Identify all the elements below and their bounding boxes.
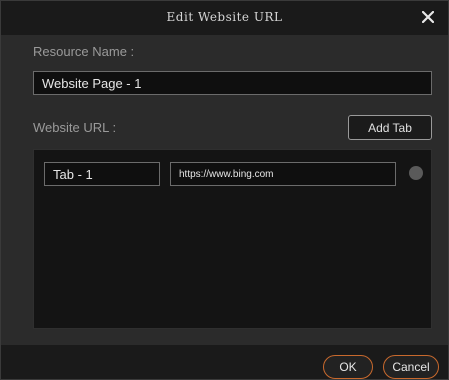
dialog-footer — [1, 345, 448, 379]
close-icon — [422, 11, 434, 23]
resource-name-field[interactable]: Website Page - 1 — [33, 71, 432, 95]
title-bar: Edit Website URL — [1, 1, 448, 35]
add-tab-button[interactable]: Add Tab — [348, 115, 432, 140]
edit-website-url-dialog: Edit Website URL Resource Name : Website… — [0, 0, 449, 380]
website-url-label: Website URL : — [33, 120, 117, 135]
tabs-panel: Tab - 1 https://www.bing.com — [33, 149, 432, 329]
remove-tab-icon[interactable] — [409, 166, 423, 180]
resource-name-label: Resource Name : — [33, 44, 135, 59]
cancel-button[interactable]: Cancel — [383, 355, 439, 379]
close-button[interactable] — [418, 7, 438, 27]
dialog-title: Edit Website URL — [166, 10, 283, 24]
tab-url-field[interactable]: https://www.bing.com — [170, 162, 396, 186]
tab-name-field[interactable]: Tab - 1 — [44, 162, 160, 186]
ok-button[interactable]: OK — [323, 355, 373, 379]
